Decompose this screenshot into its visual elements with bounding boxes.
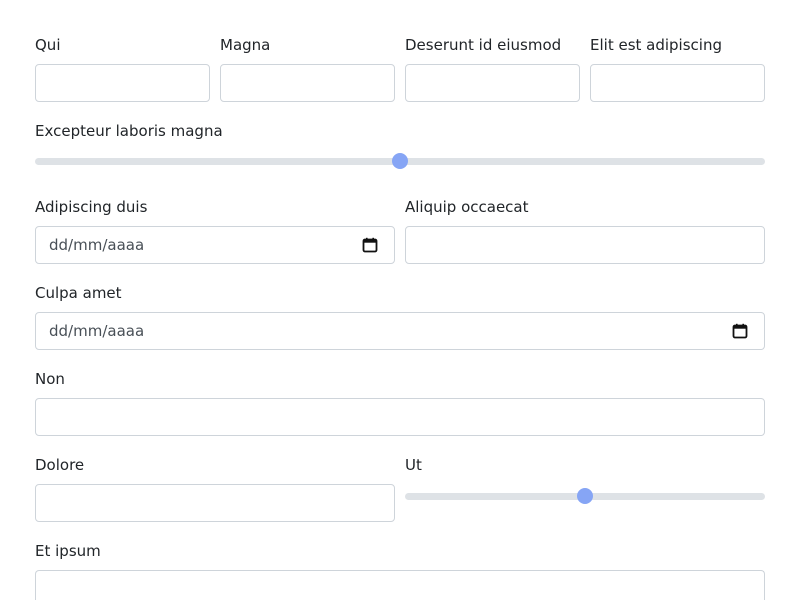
qui-label: Qui [35,36,61,54]
deserunt-label: Deserunt id eiusmod [405,36,562,54]
dolore-label: Dolore [35,456,85,474]
non-label: Non [35,370,65,388]
calendar-icon[interactable] [362,237,378,253]
slider-thumb[interactable] [392,153,408,169]
adipiscing-label: Adipiscing duis [35,198,148,216]
magna-input[interactable] [220,64,395,102]
dolore-input[interactable] [35,484,395,522]
form-page: Qui Magna Deserunt id eiusmod Elit est a… [0,0,800,600]
deserunt-input[interactable] [405,64,580,102]
elit-label: Elit est adipiscing [590,36,722,54]
slider-thumb[interactable] [577,488,593,504]
calendar-icon[interactable] [732,323,748,339]
excepteur-label: Excepteur laboris magna [35,122,223,140]
date-placeholder: dd/mm/aaaa [49,236,145,254]
adipiscing-date-input[interactable]: dd/mm/aaaa [35,226,395,264]
aliquip-label: Aliquip occaecat [405,198,529,216]
culpa-label: Culpa amet [35,284,122,302]
non-input[interactable] [35,398,765,436]
ut-label: Ut [405,456,422,474]
qui-input[interactable] [35,64,210,102]
et-ipsum-input[interactable] [35,570,765,600]
magna-label: Magna [220,36,271,54]
aliquip-input[interactable] [405,226,765,264]
et-ipsum-label: Et ipsum [35,542,101,560]
culpa-date-input[interactable]: dd/mm/aaaa [35,312,765,350]
excepteur-slider[interactable] [35,153,765,169]
date-placeholder: dd/mm/aaaa [49,322,145,340]
ut-slider[interactable] [405,488,765,504]
elit-input[interactable] [590,64,765,102]
